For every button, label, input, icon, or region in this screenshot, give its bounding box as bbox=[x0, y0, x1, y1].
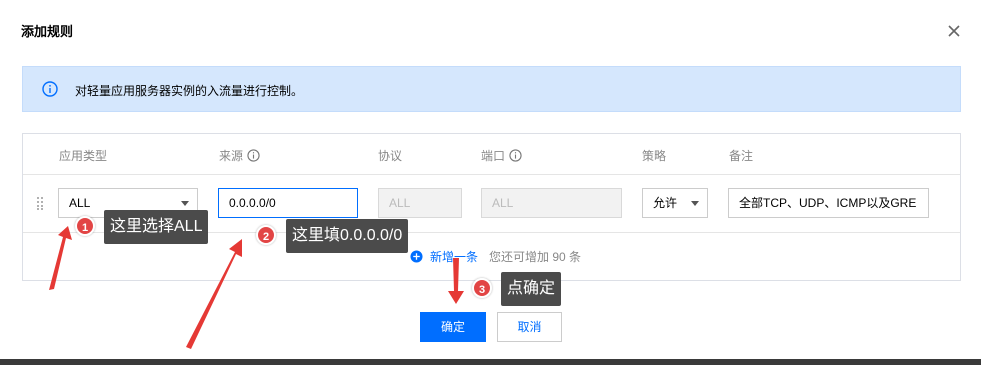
window-bottom-edge bbox=[0, 359, 981, 365]
add-rule-dialog: 添加规则 对轻量应用服务器实例的入流量进行控制。 应用类型 来源 协议 端口 策… bbox=[0, 0, 981, 361]
remark-value: 全部TCP、UDP、ICMP以及GRE bbox=[739, 196, 917, 210]
help-icon[interactable] bbox=[509, 149, 522, 162]
source-value: 0.0.0.0/0 bbox=[229, 196, 276, 210]
rule-table: 应用类型 来源 协议 端口 策略 备注 ALL 0.0.0.0/0 ALL AL… bbox=[22, 133, 961, 281]
annotation-badge-3: 3 bbox=[472, 278, 492, 298]
chevron-down-icon bbox=[691, 201, 699, 206]
port-input: ALL bbox=[481, 188, 622, 218]
add-rule-row: 新增一条 您还可增加 90 条 bbox=[410, 248, 581, 265]
header-protocol: 协议 bbox=[378, 149, 403, 163]
drag-handle-icon[interactable] bbox=[36, 196, 44, 210]
policy-value: 允许 bbox=[653, 196, 678, 210]
chevron-down-icon bbox=[181, 201, 189, 206]
remark-input[interactable]: 全部TCP、UDP、ICMP以及GRE bbox=[728, 188, 929, 218]
port-value: ALL bbox=[492, 196, 514, 210]
add-rule-hint: 您还可增加 90 条 bbox=[489, 250, 582, 264]
help-icon[interactable] bbox=[247, 149, 260, 162]
header-policy: 策略 bbox=[642, 149, 667, 163]
header-source: 来源 bbox=[219, 147, 260, 164]
add-rule-link[interactable]: 新增一条 bbox=[430, 248, 478, 265]
annotation-badge-2: 2 bbox=[256, 225, 276, 245]
annotation-tip-1: 这里选择ALL bbox=[104, 210, 209, 244]
header-app-type: 应用类型 bbox=[59, 149, 108, 163]
header-remark: 备注 bbox=[729, 149, 754, 163]
protocol-value: ALL bbox=[389, 196, 411, 210]
confirm-button[interactable]: 确定 bbox=[420, 312, 486, 342]
cancel-button[interactable]: 取消 bbox=[497, 312, 562, 342]
annotation-tip-3: 点确定 bbox=[501, 272, 562, 306]
info-banner: 对轻量应用服务器实例的入流量进行控制。 bbox=[22, 66, 961, 112]
info-text: 对轻量应用服务器实例的入流量进行控制。 bbox=[75, 84, 304, 98]
policy-select[interactable]: 允许 bbox=[642, 188, 708, 218]
info-icon bbox=[42, 81, 58, 97]
header-divider bbox=[23, 174, 960, 175]
close-icon[interactable] bbox=[945, 22, 963, 40]
source-input[interactable]: 0.0.0.0/0 bbox=[218, 188, 358, 218]
annotation-badge-1: 1 bbox=[75, 216, 95, 236]
plus-icon[interactable] bbox=[410, 250, 423, 263]
annotation-tip-2: 这里填0.0.0.0/0 bbox=[286, 219, 409, 253]
header-port: 端口 bbox=[481, 147, 522, 164]
protocol-input: ALL bbox=[378, 188, 462, 218]
dialog-title: 添加规则 bbox=[21, 24, 74, 39]
app-type-value: ALL bbox=[69, 196, 91, 210]
